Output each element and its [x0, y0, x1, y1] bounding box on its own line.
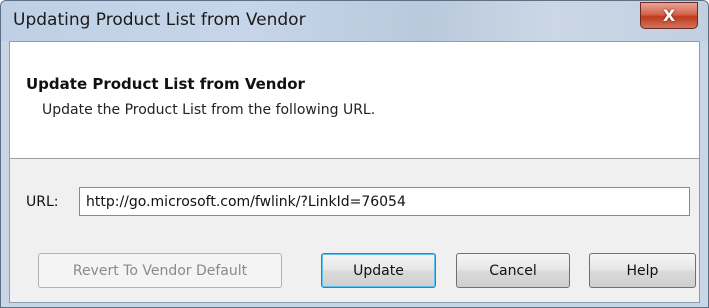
close-button[interactable]: X — [640, 2, 698, 29]
url-label: URL: — [26, 194, 59, 210]
title-bar[interactable]: Updating Product List from Vendor X — [1, 1, 708, 41]
window-title: Updating Product List from Vendor — [13, 10, 306, 30]
revert-to-vendor-default-button[interactable]: Revert To Vendor Default — [38, 253, 282, 288]
header-panel: Update Product List from Vendor Update t… — [10, 42, 699, 159]
dialog-body: Update Product List from Vendor Update t… — [9, 41, 700, 303]
header-title: Update Product List from Vendor — [26, 75, 305, 93]
close-icon: X — [662, 6, 676, 25]
dialog-window: Updating Product List from Vendor X Upda… — [0, 0, 709, 308]
help-button[interactable]: Help — [589, 253, 696, 288]
url-input[interactable] — [79, 187, 690, 216]
header-description: Update the Product List from the followi… — [42, 102, 376, 118]
update-button[interactable]: Update — [321, 253, 436, 288]
cancel-button[interactable]: Cancel — [456, 253, 570, 288]
